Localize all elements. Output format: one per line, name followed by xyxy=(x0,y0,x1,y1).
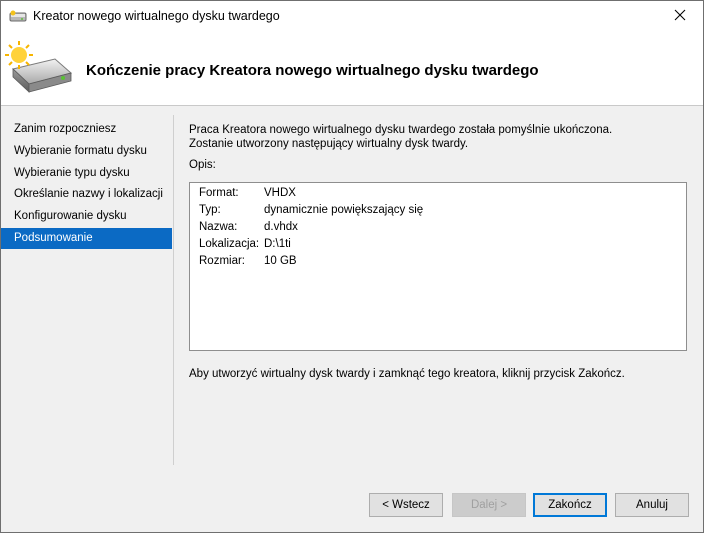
step-okreslanie-nazwy-i-lokalizacji[interactable]: Określanie nazwy i lokalizacji xyxy=(1,184,172,205)
cancel-button[interactable]: Anuluj xyxy=(615,493,689,517)
sidebar-divider xyxy=(173,115,174,465)
description-key: Typ: xyxy=(199,204,221,216)
description-key: Rozmiar: xyxy=(199,255,246,267)
description-box[interactable]: Format: VHDX Typ: dynamicznie powiększaj… xyxy=(189,182,687,351)
page-title: Kończenie pracy Kreatora nowego wirtualn… xyxy=(86,62,539,79)
hard-disk-app-icon xyxy=(9,9,27,23)
description-key: Nazwa: xyxy=(199,221,238,233)
hard-disk-wizard-icon xyxy=(3,39,75,97)
back-button[interactable]: < Wstecz xyxy=(369,493,443,517)
wizard-header: Kończenie pracy Kreatora nowego wirtualn… xyxy=(1,32,703,106)
description-value: 10 GB xyxy=(264,255,297,267)
step-wybieranie-formatu-dysku[interactable]: Wybieranie formatu dysku xyxy=(1,141,172,162)
close-icon xyxy=(674,9,686,24)
close-button[interactable] xyxy=(657,1,703,32)
wizard-steps-sidebar: Zanim rozpoczniesz Wybieranie formatu dy… xyxy=(1,107,173,465)
description-key: Format: xyxy=(199,187,239,199)
step-wybieranie-typu-dysku[interactable]: Wybieranie typu dysku xyxy=(1,163,172,184)
description-label: Opis: xyxy=(189,159,216,171)
step-podsumowanie[interactable]: Podsumowanie xyxy=(1,228,172,249)
intro-text: Praca Kreatora nowego wirtualnego dysku … xyxy=(189,124,613,150)
description-value: d.vhdx xyxy=(264,221,298,233)
step-konfigurowanie-dysku[interactable]: Konfigurowanie dysku xyxy=(1,206,172,227)
next-button[interactable]: Dalej > xyxy=(452,493,526,517)
wizard-window: Kreator nowego wirtualnego dysku twardeg… xyxy=(0,0,704,533)
window-title: Kreator nowego wirtualnego dysku twardeg… xyxy=(33,9,280,23)
description-value: D:\1ti xyxy=(264,238,291,250)
finish-instructions: Aby utworzyć wirtualny dysk twardy i zam… xyxy=(189,368,625,380)
step-zanim-rozpoczniesz[interactable]: Zanim rozpoczniesz xyxy=(1,119,172,140)
description-value: dynamicznie powiększający się xyxy=(264,204,424,216)
title-bar: Kreator nowego wirtualnego dysku twardeg… xyxy=(1,1,703,32)
finish-button[interactable]: Zakończ xyxy=(533,493,607,517)
description-key: Lokalizacja: xyxy=(199,238,260,250)
description-value: VHDX xyxy=(264,187,296,199)
